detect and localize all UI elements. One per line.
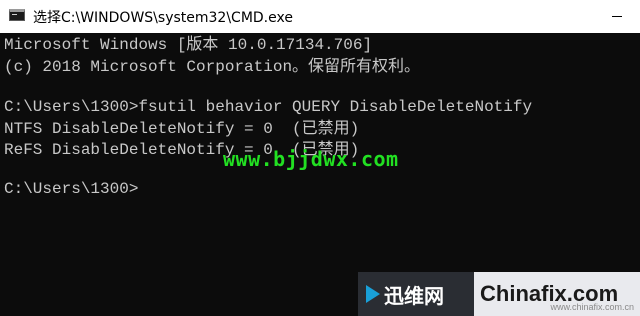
chinafix-url: www.chinafix.com.cn xyxy=(550,302,634,312)
title-bar[interactable]: 选择C:\WINDOWS\system32\CMD.exe xyxy=(0,0,640,33)
console-line: NTFS DisableDeleteNotify = 0 (已禁用) xyxy=(4,120,360,138)
console-line: Microsoft Windows [版本 10.0.17134.706] xyxy=(4,36,373,54)
brand-watermark: 迅维网 Chinafix.com www.chinafix.com.cn xyxy=(358,272,640,316)
console-line: C:\Users\1300>fsutil behavior QUERY Disa… xyxy=(4,98,533,116)
window-controls xyxy=(594,0,640,33)
minimize-button[interactable] xyxy=(594,0,640,33)
xunwei-arrow-icon xyxy=(366,285,380,303)
cmd-window: 选择C:\WINDOWS\system32\CMD.exe Microsoft … xyxy=(0,0,640,316)
minimize-icon xyxy=(612,16,622,17)
chinafix-logo: Chinafix.com www.chinafix.com.cn xyxy=(474,272,640,316)
xunwei-logo: 迅维网 xyxy=(358,272,474,316)
cmd-app-icon[interactable] xyxy=(9,9,25,21)
site-watermark: www.bjjdwx.com xyxy=(223,147,399,171)
xunwei-logo-text: 迅维网 xyxy=(384,283,444,308)
console-prompt: C:\Users\1300> xyxy=(4,180,139,198)
console-line: (c) 2018 Microsoft Corporation。保留所有权利。 xyxy=(4,58,421,76)
window-title: 选择C:\WINDOWS\system32\CMD.exe xyxy=(33,10,293,26)
